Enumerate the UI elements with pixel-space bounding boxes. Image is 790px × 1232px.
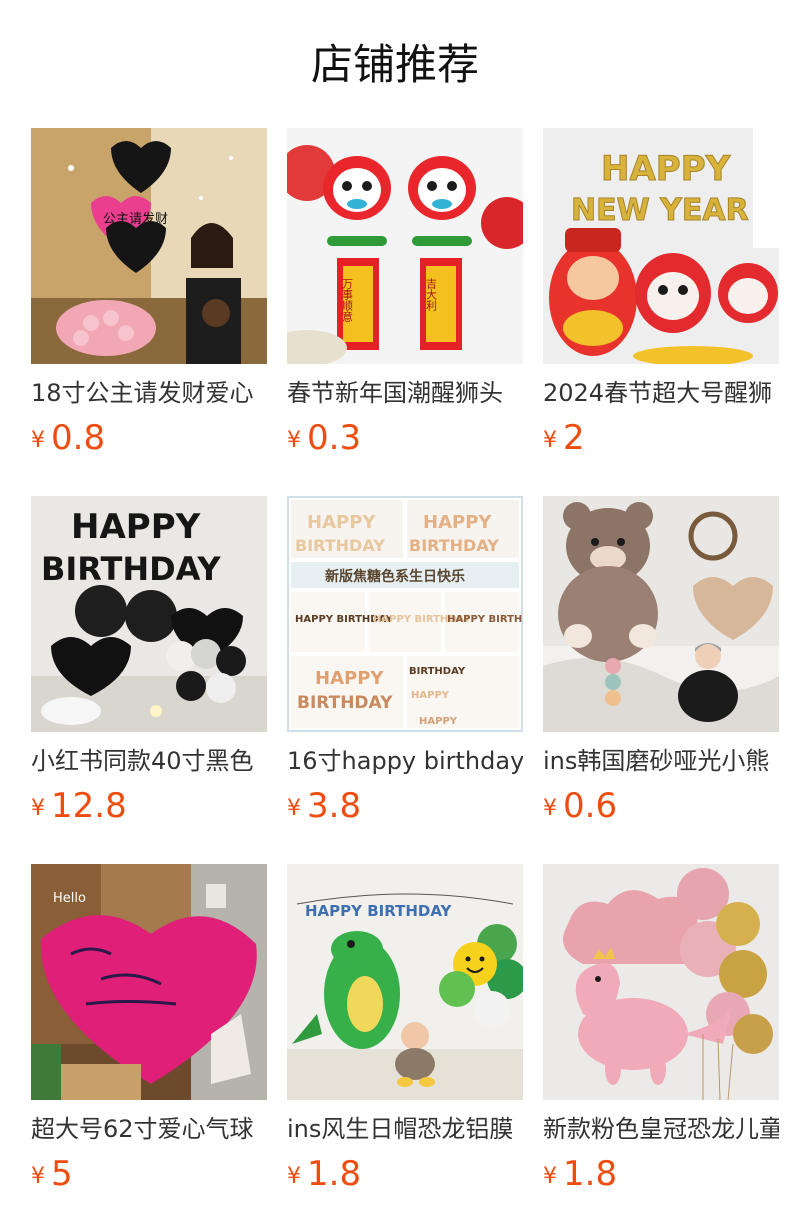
product-card[interactable]: HAPPY BIRTHDAY 小红书同款40寸黑色 ¥12.8	[31, 496, 267, 826]
price-value: 1.8	[307, 1154, 362, 1194]
product-image[interactable]: HAPPY BIRTHDAY	[31, 496, 267, 732]
product-name[interactable]: 超大号62寸爱心气球	[31, 1114, 267, 1144]
black-birthday-balloon-photo: HAPPY BIRTHDAY	[31, 496, 267, 732]
caramel-banner-text: 新版焦糖色系生日快乐	[325, 568, 465, 585]
price-value: 5	[51, 1154, 73, 1194]
product-price: ¥1.8	[287, 1152, 361, 1196]
price-value: 0.6	[563, 786, 618, 826]
balloon-heart-photo: 公主请发财	[31, 128, 267, 364]
price-value: 12.8	[51, 786, 127, 826]
currency-symbol: ¥	[31, 1164, 45, 1189]
product-image[interactable]: Hello	[31, 864, 267, 1100]
happy-new-year-balloon-photo: HAPPY NEW YEAR	[543, 128, 779, 364]
currency-symbol: ¥	[287, 1164, 301, 1189]
product-price: ¥0.3	[287, 416, 361, 460]
product-name[interactable]: 2024春节超大号醒狮	[543, 378, 779, 408]
happy-letters: HAPPY	[71, 507, 201, 547]
price-value: 0.3	[307, 418, 362, 458]
product-card[interactable]: HAPPY BIRTHDAY HAPPY BIRTHDAY 新版焦糖色系生日快乐…	[287, 496, 523, 826]
pink-dinosaur-balloon-photo	[543, 864, 779, 1100]
bear-balloon-photo	[543, 496, 779, 732]
price-value: 3.8	[307, 786, 362, 826]
product-name[interactable]: 小红书同款40寸黑色	[31, 746, 267, 776]
price-value: 0.8	[51, 418, 106, 458]
product-grid: 公主请发财 18寸公主请发财爱心 ¥0.8 万事顺意 吉大利 春节新年国潮醒狮头…	[31, 128, 790, 1194]
product-price: ¥0.6	[543, 784, 617, 828]
svg-text:HAPPY: HAPPY	[315, 668, 384, 689]
svg-text:BIRTHDAY: BIRTHDAY	[409, 536, 499, 555]
currency-symbol: ¥	[287, 428, 301, 453]
store-recommendation-page: 店铺推荐 公主请发财 18寸公主请发财爱心 ¥ 0.8 万事顺意 吉大利 春节新…	[0, 0, 790, 1232]
currency-symbol: ¥	[543, 1164, 557, 1189]
product-name[interactable]: 新款粉色皇冠恐龙儿童	[543, 1114, 779, 1144]
product-price: ¥3.8	[287, 784, 361, 828]
product-price: ¥5	[31, 1152, 73, 1196]
new-year-letters: NEW YEAR	[571, 193, 749, 228]
price-value: 1.8	[563, 1154, 618, 1194]
currency-symbol: ¥	[287, 796, 301, 821]
birthday-banner: HAPPY BIRTHDAY	[305, 902, 453, 920]
product-card[interactable]: 公主请发财 18寸公主请发财爱心 ¥0.8	[31, 128, 267, 458]
svg-text:HAPPY: HAPPY	[307, 512, 376, 533]
currency-symbol: ¥	[31, 796, 45, 821]
product-image[interactable]: HAPPY NEW YEAR	[543, 128, 779, 364]
product-image[interactable]	[543, 496, 779, 732]
product-card[interactable]: ins韩国磨砂哑光小熊 ¥0.6	[543, 496, 779, 826]
lion-dance-balloon-photo: 万事顺意 吉大利	[287, 128, 523, 364]
price-value: 2	[563, 418, 585, 458]
product-name[interactable]: 18寸公主请发财爱心	[31, 378, 267, 408]
product-name[interactable]: 春节新年国潮醒狮头	[287, 378, 523, 408]
scroll-left-text: 万事顺意	[341, 278, 354, 322]
product-price: ¥12.8	[31, 784, 127, 828]
svg-text:HAPPY BIRTHDAY: HAPPY BIRTHDAY	[447, 614, 523, 625]
product-card[interactable]: Hello 超大号62寸爱心气球 ¥5	[31, 864, 267, 1194]
birthday-letters: BIRTHDAY	[41, 550, 221, 588]
svg-text:BIRTHDAY: BIRTHDAY	[295, 536, 385, 555]
product-card[interactable]: HAPPY NEW YEAR 2024春节超大号醒狮 ¥2	[543, 128, 779, 458]
svg-text:BIRTHDAY: BIRTHDAY	[409, 666, 466, 677]
product-image[interactable]: 万事顺意 吉大利	[287, 128, 523, 364]
svg-text:BIRTHDAY: BIRTHDAY	[297, 693, 393, 713]
hello-sign: Hello	[53, 891, 86, 906]
currency-symbol: ¥	[31, 428, 45, 453]
dinosaur-balloon-photo: HAPPY BIRTHDAY	[287, 864, 523, 1100]
product-card[interactable]: 万事顺意 吉大利 春节新年国潮醒狮头 ¥0.3	[287, 128, 523, 458]
product-name[interactable]: ins风生日帽恐龙铝膜	[287, 1114, 523, 1144]
product-price: ¥1.8	[543, 1152, 617, 1196]
currency-symbol: ¥	[543, 796, 557, 821]
birthday-letter-balloon-photo: HAPPY BIRTHDAY HAPPY BIRTHDAY 新版焦糖色系生日快乐…	[287, 496, 523, 732]
svg-text:HAPPY: HAPPY	[419, 716, 458, 727]
product-price: ¥0.8	[31, 416, 105, 460]
product-card[interactable]: HAPPY BIRTHDAY ins风生日帽恐龙铝膜 ¥ 1.8	[287, 864, 523, 1194]
product-price: ¥2	[543, 416, 585, 460]
svg-text:HAPPY: HAPPY	[411, 690, 450, 701]
svg-text:HAPPY: HAPPY	[423, 512, 492, 533]
product-image[interactable]: 公主请发财	[31, 128, 267, 364]
product-image[interactable]	[543, 864, 779, 1100]
product-name[interactable]: ins韩国磨砂哑光小熊	[543, 746, 779, 776]
product-image[interactable]: HAPPY BIRTHDAY	[287, 864, 523, 1100]
currency-symbol: ¥	[543, 428, 557, 453]
product-name[interactable]: 16寸happy birthday	[287, 746, 523, 776]
section-title: 店铺推荐	[310, 40, 479, 89]
product-card[interactable]: 新款粉色皇冠恐龙儿童 ¥1.8	[543, 864, 779, 1194]
heart-balloon-text: 公主请发财	[103, 211, 168, 227]
product-image[interactable]: HAPPY BIRTHDAY HAPPY BIRTHDAY 新版焦糖色系生日快乐…	[287, 496, 523, 732]
happy-letters: HAPPY	[601, 149, 731, 189]
scroll-right-text: 吉大利	[425, 278, 438, 311]
giant-heart-balloon-photo: Hello	[31, 864, 267, 1100]
